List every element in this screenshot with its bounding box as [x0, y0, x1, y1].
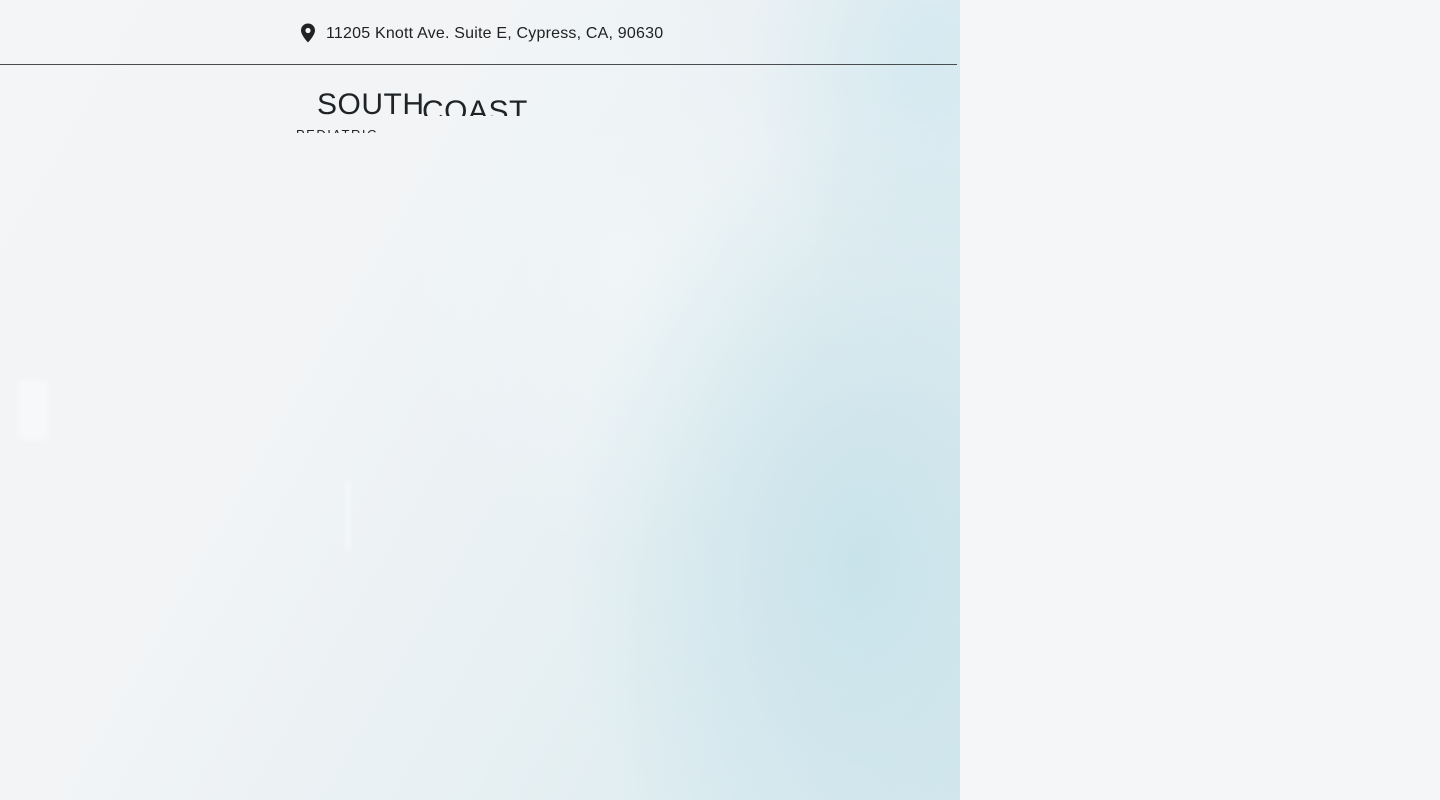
map-pin-icon	[301, 23, 315, 43]
top-info-bar: 11205 Knott Ave. Suite E, Cypress, CA, 9…	[0, 0, 957, 65]
site-logo[interactable]: SOUTH COAST PEDIATRIC	[296, 85, 536, 133]
address-link[interactable]: 11205 Knott Ave. Suite E, Cypress, CA, 9…	[298, 22, 663, 46]
address-text: 11205 Knott Ave. Suite E, Cypress, CA, 9…	[326, 25, 664, 42]
page: 11205 Knott Ave. Suite E, Cypress, CA, 9…	[0, 0, 1440, 800]
right-blank-panel	[960, 0, 1440, 800]
logo-word-coast: COAST	[422, 95, 528, 116]
light-streak	[18, 380, 48, 440]
hero-background: 11205 Knott Ave. Suite E, Cypress, CA, 9…	[0, 0, 960, 800]
light-streak	[345, 480, 351, 550]
logo-word-south: SOUTH	[317, 88, 425, 121]
logo-word-pediatric: PEDIATRIC	[296, 127, 378, 133]
